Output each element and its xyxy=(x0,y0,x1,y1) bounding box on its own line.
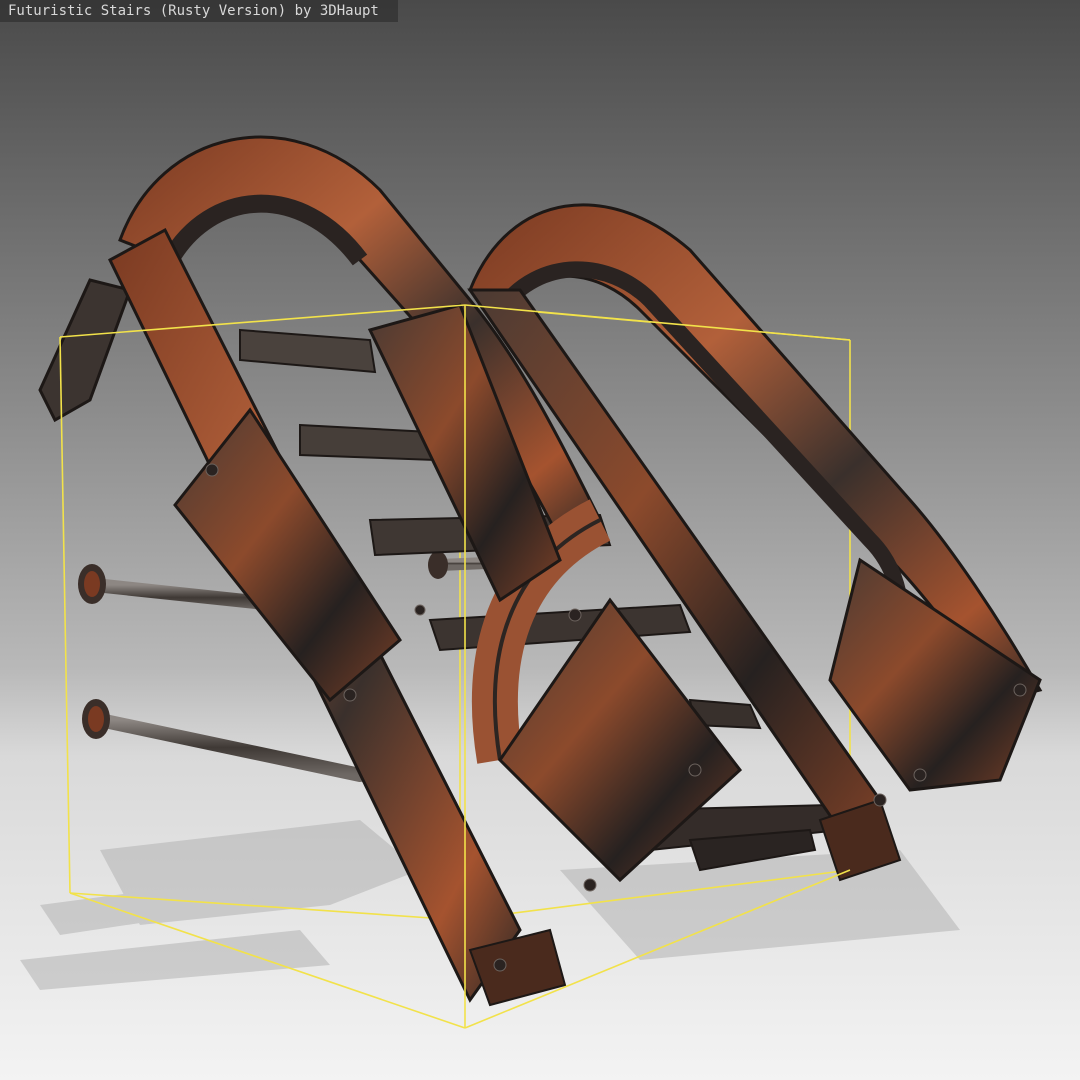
3d-viewport[interactable]: Futuristic Stairs (Rusty Version) by 3DH… xyxy=(0,0,1080,1080)
scene-canvas xyxy=(20,135,1043,1029)
model-title: Futuristic Stairs (Rusty Version) by 3DH… xyxy=(0,0,398,22)
